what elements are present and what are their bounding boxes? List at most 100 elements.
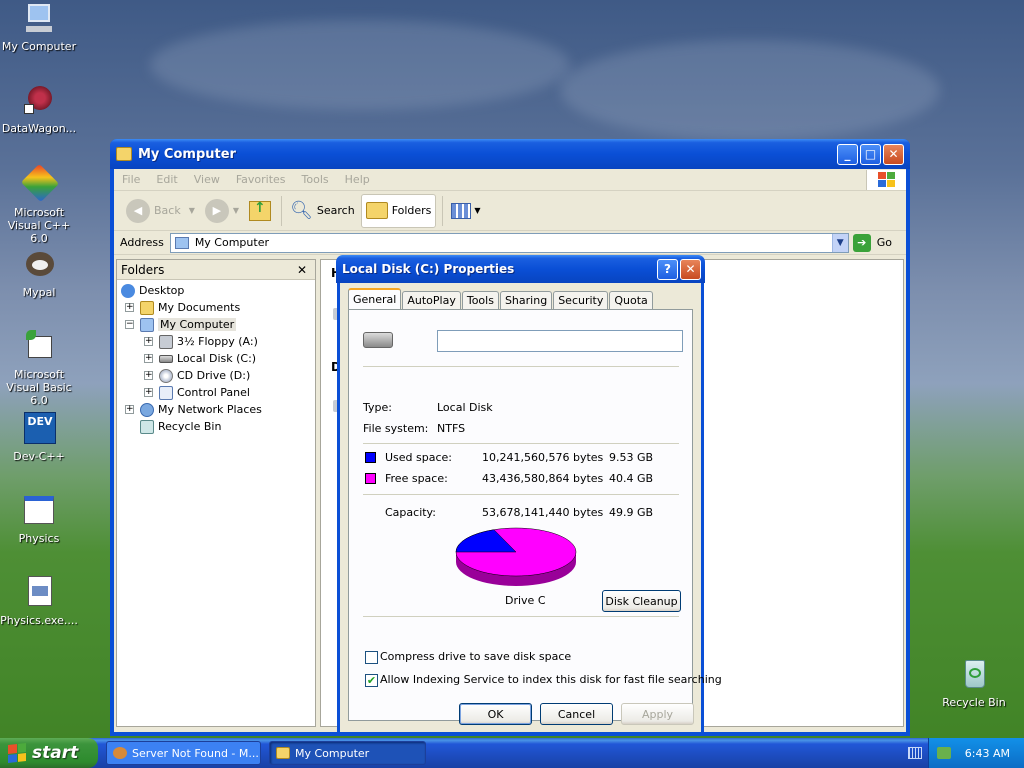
desktop-icon-label: Physics.exe.... — [0, 614, 78, 627]
help-button[interactable]: ? — [657, 258, 678, 280]
network-tray-icon[interactable] — [936, 747, 951, 759]
desktop-icon-recycle-bin[interactable]: Recycle Bin — [934, 658, 1014, 709]
expand-icon[interactable]: + — [125, 303, 134, 312]
menu-edit[interactable]: Edit — [148, 173, 185, 186]
close-folders-pane-button[interactable]: ✕ — [297, 263, 307, 277]
desktop-icon-physics[interactable]: Physics — [0, 494, 79, 545]
tree-item-label: My Network Places — [158, 403, 262, 416]
system-tray: 6:43 AM — [928, 738, 1024, 768]
up-folder-button[interactable]: ↑ — [245, 194, 275, 228]
tree-item-cd-drive[interactable]: + CD Drive (D:) — [144, 367, 250, 384]
visual-cpp-icon — [20, 163, 60, 203]
go-arrow-icon[interactable]: ➔ — [852, 233, 871, 252]
window-titlebar[interactable]: My Computer _ □ ✕ — [110, 139, 910, 169]
desktop-icon-datawagon[interactable]: DataWagon... — [0, 84, 79, 135]
recycle-bin-icon — [957, 658, 991, 692]
desktop-icon-label: DataWagon... — [1, 122, 77, 135]
capacity-label: Capacity: — [385, 506, 436, 519]
cancel-button[interactable]: Cancel — [540, 703, 613, 725]
expand-icon[interactable]: + — [125, 405, 134, 414]
desktop-icon-visual-basic[interactable]: Microsoft Visual Basic 6.0 — [0, 330, 79, 407]
minimize-button[interactable]: _ — [837, 143, 858, 165]
close-button[interactable]: ✕ — [680, 258, 701, 280]
tree-item-floppy[interactable]: + 3½ Floppy (A:) — [144, 333, 258, 350]
address-value: My Computer — [194, 236, 269, 249]
desktop-icon-my-computer[interactable]: My Computer — [0, 2, 79, 53]
toolbar-separator — [281, 195, 283, 226]
back-button[interactable]: ◀ Back ▼ — [122, 194, 199, 228]
tree-item-my-documents[interactable]: + My Documents — [125, 299, 240, 316]
tree-item-recycle-bin[interactable]: Recycle Bin — [140, 418, 221, 435]
taskbar-item-my-computer[interactable]: My Computer — [269, 741, 426, 765]
dialog-title: Local Disk (C:) Properties — [342, 262, 515, 276]
views-icon — [451, 202, 472, 219]
ok-button[interactable]: OK — [459, 703, 532, 725]
indexing-checkbox[interactable]: ✔ — [365, 674, 378, 687]
tab-autoplay[interactable]: AutoPlay — [402, 291, 461, 309]
desktop-icon-visual-cpp[interactable]: Microsoft Visual C++ 6.0 — [0, 163, 79, 245]
exe-file-icon — [22, 576, 56, 610]
tab-quota[interactable]: Quota — [609, 291, 653, 309]
menu-view[interactable]: View — [186, 173, 228, 186]
folders-button[interactable]: Folders — [360, 193, 437, 228]
maximize-button[interactable]: □ — [860, 143, 881, 165]
address-input[interactable]: My Computer ▼ — [169, 232, 849, 253]
start-button[interactable]: start — [0, 738, 98, 768]
cd-drive-icon — [159, 368, 173, 383]
address-dropdown-button[interactable]: ▼ — [831, 233, 848, 252]
folders-label: Folders — [391, 204, 432, 217]
windows-logo-icon — [866, 169, 906, 190]
desktop-icon-label: Dev-C++ — [13, 450, 65, 463]
menu-favorites[interactable]: Favorites — [228, 173, 294, 186]
desktop-icon-mypal[interactable]: Mypal — [0, 248, 79, 299]
desktop-icon-label: Physics — [18, 532, 60, 545]
disk-cleanup-button[interactable]: Disk Cleanup — [602, 590, 681, 612]
keyboard-icon[interactable] — [908, 747, 922, 759]
tab-general[interactable]: General — [348, 288, 402, 309]
menu-help[interactable]: Help — [337, 173, 378, 186]
dialog-titlebar[interactable]: Local Disk (C:) Properties ? ✕ — [336, 255, 705, 283]
divider — [363, 366, 679, 367]
expand-icon[interactable]: + — [144, 371, 153, 380]
tree-item-local-disk[interactable]: + Local Disk (C:) — [144, 350, 256, 367]
folder-icon — [365, 202, 388, 219]
taskbar-item-label: My Computer — [295, 746, 370, 760]
collapse-icon[interactable]: − — [125, 320, 134, 329]
tree-item-my-computer[interactable]: − My Computer — [125, 316, 237, 333]
tab-sharing[interactable]: Sharing — [499, 291, 553, 309]
capacity-bytes: 53,678,141,440 bytes — [482, 506, 604, 519]
tree-item-control-panel[interactable]: + Control Panel — [144, 384, 250, 401]
desktop-icon-physics-exe[interactable]: Physics.exe.... — [0, 576, 79, 627]
folders-pane-header: Folders ✕ — [117, 260, 315, 280]
menu-file[interactable]: File — [114, 173, 148, 186]
start-label: start — [32, 743, 79, 763]
forward-arrow-icon: ▶ — [204, 198, 229, 223]
tree-item-label: Control Panel — [177, 386, 250, 399]
expand-icon[interactable]: + — [144, 337, 153, 346]
capacity-size: 49.9 GB — [609, 506, 654, 519]
apply-button[interactable]: Apply — [621, 703, 694, 725]
forward-button[interactable]: ▶ ▼ — [201, 194, 243, 228]
chevron-down-icon: ▼ — [474, 206, 481, 215]
compress-checkbox[interactable] — [365, 651, 378, 664]
mypal-icon — [22, 248, 56, 282]
tab-tools[interactable]: Tools — [461, 291, 499, 309]
tree-item-network-places[interactable]: + My Network Places — [125, 401, 262, 418]
browser-icon — [113, 747, 127, 759]
views-button[interactable]: ▼ — [447, 194, 484, 228]
go-button[interactable]: Go — [877, 236, 892, 249]
volume-label-input[interactable] — [437, 330, 683, 352]
expand-icon[interactable]: + — [144, 354, 153, 363]
tab-security[interactable]: Security — [553, 291, 609, 309]
close-button[interactable]: ✕ — [883, 143, 904, 165]
cloud — [560, 40, 940, 140]
search-button[interactable]: 🔍︎ Search — [286, 194, 359, 228]
tree-item-desktop[interactable]: Desktop — [121, 282, 184, 299]
desktop-icon-label: Microsoft Visual Basic 6.0 — [6, 368, 72, 407]
menu-tools[interactable]: Tools — [294, 173, 337, 186]
datawagon-icon — [22, 84, 56, 118]
desktop-icon-devcpp[interactable]: DEV Dev-C++ — [0, 412, 79, 463]
tree-item-label: CD Drive (D:) — [177, 369, 251, 382]
taskbar-item-browser[interactable]: Server Not Found - M... — [106, 741, 261, 765]
expand-icon[interactable]: + — [144, 388, 153, 397]
